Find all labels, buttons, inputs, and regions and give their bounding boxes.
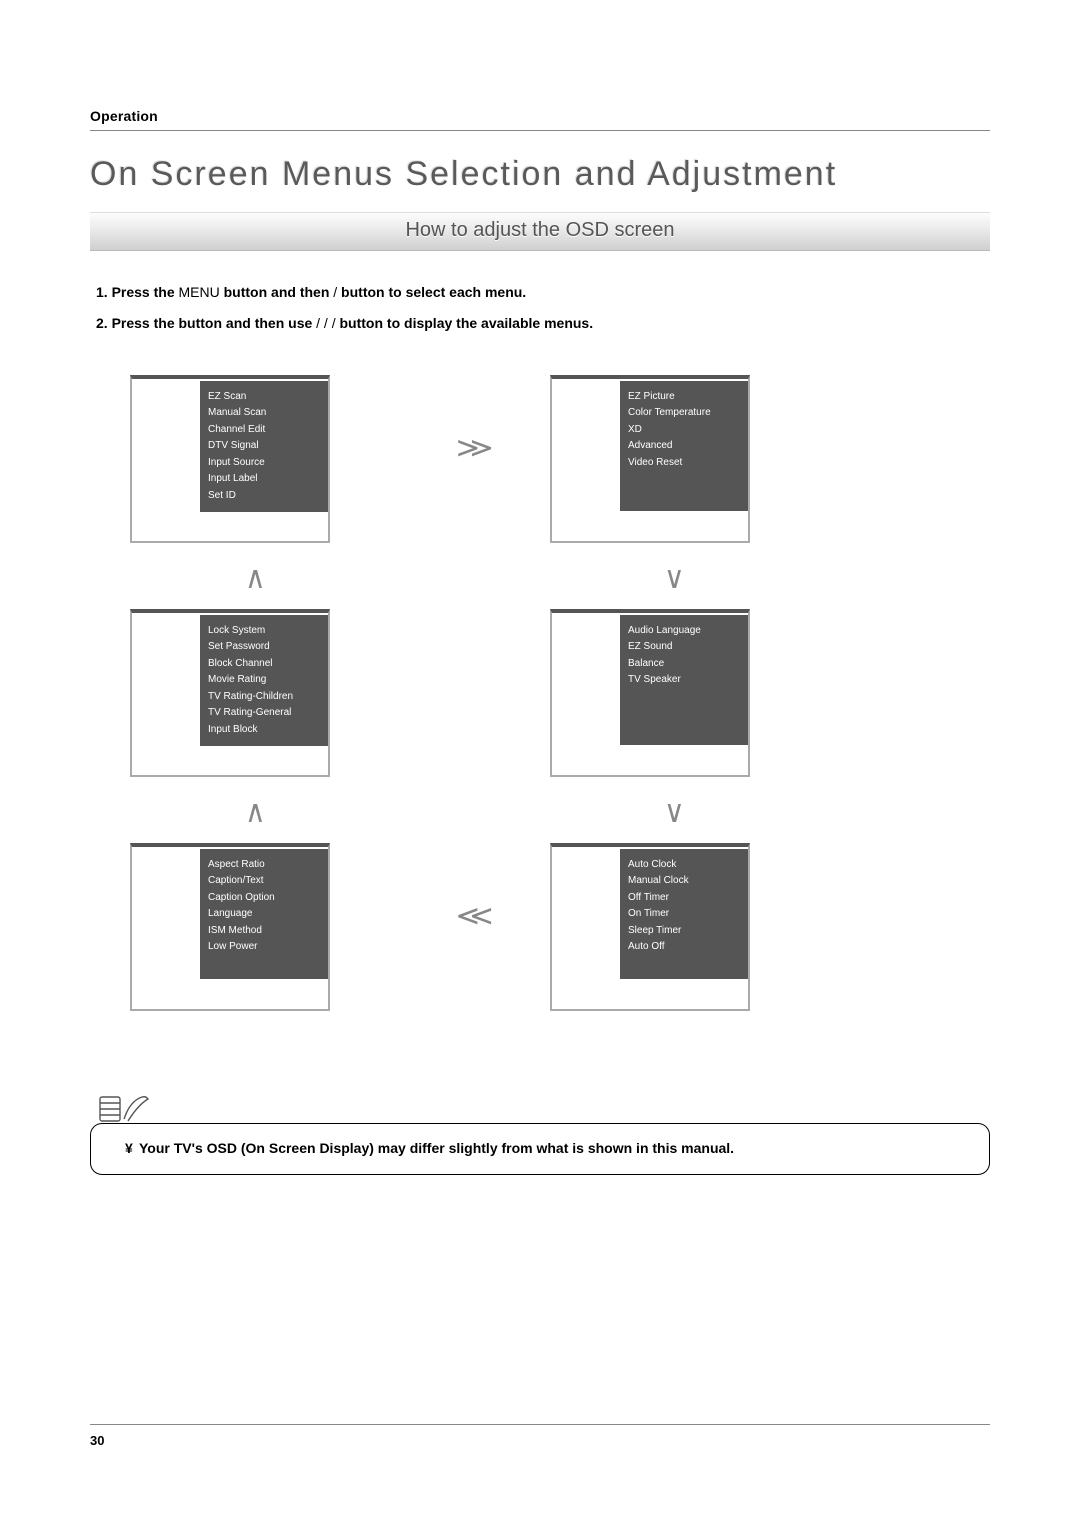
menu-item: TV Rating-General (208, 705, 320, 722)
page-number: 30 (90, 1424, 990, 1448)
menu-item: Language (208, 906, 320, 923)
menu-item: EZ Scan (208, 389, 320, 406)
menu-item: On Timer (628, 906, 740, 923)
menu-item: ISM Method (208, 923, 320, 940)
page-title: On Screen Menus Selection and Adjustment (90, 155, 990, 194)
instructions-block: 1. Press the MENU button and then / butt… (90, 277, 990, 339)
note-box: ¥Your TV's OSD (On Screen Display) may d… (90, 1123, 990, 1175)
menu-card-video: EZ Picture Color Temperature XD Advanced… (550, 375, 750, 543)
menu-item: EZ Picture (628, 389, 740, 406)
menu-item: Set Password (208, 639, 320, 656)
text: button to select each menu. (341, 284, 526, 300)
menu-item: TV Speaker (628, 672, 740, 689)
menu-item: Manual Clock (628, 873, 740, 890)
menu-item: Caption/Text (208, 873, 320, 890)
arrow-up-icon: ∧ (245, 793, 266, 829)
slash-placeholder: / (333, 284, 341, 300)
menu-list: EZ Picture Color Temperature XD Advanced… (620, 381, 748, 511)
menu-item: Input Block (208, 722, 320, 739)
menu-word: MENU (179, 284, 220, 300)
text: 2. Press the (96, 315, 179, 331)
menu-item: Lock System (208, 623, 320, 640)
menu-item: Video Reset (628, 455, 740, 472)
menu-item: Advanced (628, 438, 740, 455)
menu-item: Movie Rating (208, 672, 320, 689)
menu-card-timer: Auto Clock Manual Clock Off Timer On Tim… (550, 843, 750, 1011)
menu-item: Input Source (208, 455, 320, 472)
menu-item: Set ID (208, 488, 320, 505)
text: 1. Press the (96, 284, 179, 300)
arrow-left-icon: ≪ (456, 899, 494, 932)
arrow-down-icon: ∨ (664, 793, 685, 829)
menu-item: TV Rating-Children (208, 689, 320, 706)
arrow-right-icon: ≫ (456, 431, 494, 464)
menu-item: Balance (628, 656, 740, 673)
menu-item: Block Channel (208, 656, 320, 673)
slash-placeholder: / / / (316, 315, 339, 331)
menu-card-setup: EZ Scan Manual Scan Channel Edit DTV Sig… (130, 375, 330, 543)
menu-item: XD (628, 422, 740, 439)
text: button and then (220, 284, 334, 300)
menu-item: Low Power (208, 939, 320, 956)
menu-item: Caption Option (208, 890, 320, 907)
arrow-up-icon: ∧ (245, 559, 266, 595)
menu-item: Input Label (208, 471, 320, 488)
menu-item: Manual Scan (208, 405, 320, 422)
menu-list: Auto Clock Manual Clock Off Timer On Tim… (620, 849, 748, 979)
section-label: Operation (90, 108, 990, 131)
arrow-down-icon: ∨ (664, 559, 685, 595)
instruction-line-1: 1. Press the MENU button and then / butt… (96, 277, 990, 308)
menu-card-lock: Lock System Set Password Block Channel M… (130, 609, 330, 777)
menu-item: Color Temperature (628, 405, 740, 422)
menu-item: DTV Signal (208, 438, 320, 455)
menu-card-audio: Audio Language EZ Sound Balance TV Speak… (550, 609, 750, 777)
menu-item: Channel Edit (208, 422, 320, 439)
menu-item: Audio Language (628, 623, 740, 640)
text: button and then use (179, 315, 317, 331)
note-frame: ¥Your TV's OSD (On Screen Display) may d… (90, 1123, 990, 1175)
notes-hand-icon (94, 1089, 154, 1136)
menu-list: Lock System Set Password Block Channel M… (200, 615, 328, 747)
osd-menu-diagram: EZ Scan Manual Scan Channel Edit DTV Sig… (130, 375, 990, 1055)
menu-list: EZ Scan Manual Scan Channel Edit DTV Sig… (200, 381, 328, 513)
instruction-line-2: 2. Press the button and then use / / / b… (96, 308, 990, 339)
manual-page: Operation On Screen Menus Selection and … (0, 0, 1080, 1175)
subtitle-bar: How to adjust the OSD screen (90, 212, 990, 251)
menu-list: Audio Language EZ Sound Balance TV Speak… (620, 615, 748, 745)
menu-list: Aspect Ratio Caption/Text Caption Option… (200, 849, 328, 979)
note-text: Your TV's OSD (On Screen Display) may di… (139, 1140, 734, 1156)
menu-item: EZ Sound (628, 639, 740, 656)
menu-item: Sleep Timer (628, 923, 740, 940)
text: button to display the available menus. (340, 315, 594, 331)
note-bullet: ¥ (125, 1140, 139, 1156)
menu-item: Off Timer (628, 890, 740, 907)
menu-item: Auto Clock (628, 857, 740, 874)
menu-card-option: Aspect Ratio Caption/Text Caption Option… (130, 843, 330, 1011)
menu-item: Auto Off (628, 939, 740, 956)
menu-item: Aspect Ratio (208, 857, 320, 874)
